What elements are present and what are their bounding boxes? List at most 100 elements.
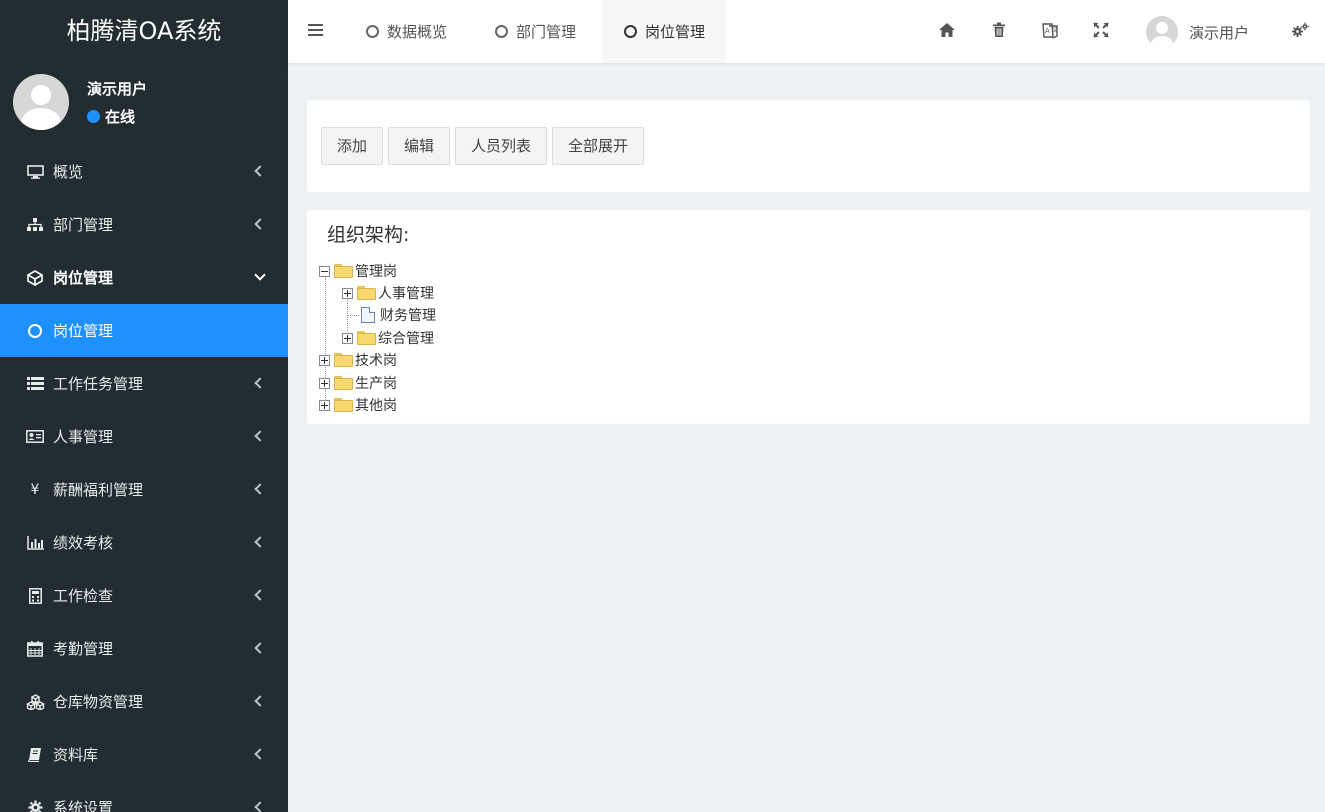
sidebar-item-salary[interactable]: ¥ 薪酬福利管理 (0, 463, 288, 516)
expand-icon[interactable] (342, 287, 353, 299)
org-tree-panel: 组织架构: 管理岗 人事管理 财务管理 综合管理 技术岗 生产岗 其他岗 (307, 210, 1310, 424)
top-user-menu[interactable]: 演示用户 (1146, 16, 1249, 48)
edit-button[interactable]: 编辑 (388, 127, 450, 165)
tree-node-label: 生产岗 (355, 376, 397, 392)
chevron-left-icon (254, 747, 266, 760)
app-title: 柏腾清OA系统 (66, 17, 222, 45)
book-icon (25, 747, 45, 763)
circle-icon (624, 25, 637, 38)
chevron-left-icon (254, 641, 266, 654)
svg-text:文: 文 (1052, 26, 1058, 34)
tab-label: 部门管理 (516, 23, 577, 41)
user-status-label: 在线 (105, 108, 136, 126)
tree-node-general[interactable]: 综合管理 (342, 328, 434, 348)
cubes-icon (25, 693, 45, 710)
sidebar-item-label: 人事管理 (53, 428, 114, 446)
expand-icon[interactable] (342, 332, 353, 344)
sidebar-item-label: 岗位管理 (53, 322, 114, 340)
id-card-icon (25, 429, 45, 445)
chevron-left-icon (254, 535, 266, 548)
folder-open-icon (334, 264, 353, 278)
folder-icon (357, 331, 376, 345)
chevron-down-icon (254, 268, 266, 281)
tree-node-finance[interactable]: 财务管理 (361, 305, 436, 325)
sidebar-item-overview[interactable]: 概览 (0, 145, 288, 198)
tree-connector (347, 315, 359, 316)
sidebar-item-position-group[interactable]: 岗位管理 (0, 251, 288, 304)
tab-label: 岗位管理 (645, 23, 706, 41)
tree-node-production[interactable]: 生产岗 (319, 373, 397, 393)
chevron-left-icon (254, 588, 266, 601)
sidebar-item-hr[interactable]: 人事管理 (0, 410, 288, 463)
tree-node-label: 其他岗 (355, 398, 397, 414)
sitemap-icon (25, 217, 45, 233)
chevron-left-icon (254, 164, 266, 177)
tab-label: 数据概览 (387, 23, 448, 41)
cube-icon (25, 269, 45, 286)
sidebar-menu: 概览 部门管理 岗位管理 岗位管理 工作任务管理 人事管理 ¥ 薪酬福利管理 绩… (0, 145, 288, 812)
sidebar-item-label: 考勤管理 (53, 640, 114, 658)
gear-icon (25, 800, 45, 812)
chevron-left-icon (254, 694, 266, 707)
sidebar-item-label: 系统设置 (53, 799, 114, 812)
folder-icon (334, 398, 353, 412)
folder-icon (334, 376, 353, 390)
sidebar-item-performance[interactable]: 绩效考核 (0, 516, 288, 569)
sidebar-item-library[interactable]: 资料库 (0, 728, 288, 781)
svg-text:A: A (1045, 27, 1050, 35)
sidebar-item-label: 薪酬福利管理 (53, 481, 144, 499)
chevron-left-icon (254, 429, 266, 442)
menu-toggle-icon[interactable] (308, 24, 323, 36)
calendar-icon (25, 640, 45, 657)
sidebar: 柏腾清OA系统 演示用户 在线 概览 部门管理 岗位管理 岗位管理 工作任务管理… (0, 0, 288, 812)
tree-node-label: 技术岗 (355, 353, 397, 369)
expand-icon[interactable] (319, 377, 330, 389)
tree-node-label: 人事管理 (378, 286, 434, 302)
top-navbar: 数据概览 部门管理 岗位管理 A文 演示用户 (288, 0, 1325, 63)
tree-node-label: 综合管理 (378, 331, 434, 347)
sidebar-item-attendance[interactable]: 考勤管理 (0, 622, 288, 675)
tree-node-technical[interactable]: 技术岗 (319, 350, 397, 370)
expand-all-button[interactable]: 全部展开 (552, 127, 644, 165)
tree-node-management[interactable]: 管理岗 (319, 261, 397, 281)
trash-icon[interactable] (990, 22, 1008, 40)
sidebar-item-settings[interactable]: 系统设置 (0, 781, 288, 812)
sidebar-item-warehouse[interactable]: 仓库物资管理 (0, 675, 288, 728)
tree-title: 组织架构: (327, 224, 410, 246)
sidebar-item-label: 岗位管理 (53, 269, 114, 287)
sidebar-item-label: 工作任务管理 (53, 375, 144, 393)
fullscreen-icon[interactable] (1092, 22, 1110, 40)
tree-node-label: 管理岗 (355, 264, 397, 280)
expand-icon[interactable] (319, 399, 330, 411)
tab-position[interactable]: 岗位管理 (602, 0, 726, 63)
chevron-left-icon (254, 217, 266, 230)
sidebar-item-label: 工作检查 (53, 587, 114, 605)
bar-chart-icon (25, 535, 45, 551)
circle-icon (25, 323, 45, 339)
online-dot-icon (87, 110, 100, 123)
collapse-icon[interactable] (319, 265, 330, 277)
translate-icon[interactable]: A文 (1041, 22, 1059, 40)
sidebar-item-position[interactable]: 岗位管理 (0, 304, 288, 357)
user-panel: 演示用户 在线 (0, 63, 288, 145)
home-icon[interactable] (938, 22, 956, 40)
sidebar-item-tasks[interactable]: 工作任务管理 (0, 357, 288, 410)
staff-list-button[interactable]: 人员列表 (455, 127, 547, 165)
tab-department[interactable]: 部门管理 (495, 0, 576, 63)
tab-data-overview[interactable]: 数据概览 (366, 0, 447, 63)
tree-node-hr[interactable]: 人事管理 (342, 283, 434, 303)
sidebar-item-label: 绩效考核 (53, 534, 114, 552)
expand-icon[interactable] (319, 354, 330, 366)
circle-icon (366, 25, 379, 38)
gears-icon[interactable] (1291, 22, 1309, 40)
chevron-left-icon (254, 800, 266, 812)
tree-node-other[interactable]: 其他岗 (319, 395, 397, 415)
file-icon (361, 307, 375, 323)
sidebar-item-label: 部门管理 (53, 216, 114, 234)
folder-icon (334, 353, 353, 367)
sidebar-item-inspection[interactable]: 工作检查 (0, 569, 288, 622)
add-button[interactable]: 添加 (321, 127, 383, 165)
user-status: 在线 (87, 106, 135, 127)
chevron-left-icon (254, 482, 266, 495)
sidebar-item-department[interactable]: 部门管理 (0, 198, 288, 251)
